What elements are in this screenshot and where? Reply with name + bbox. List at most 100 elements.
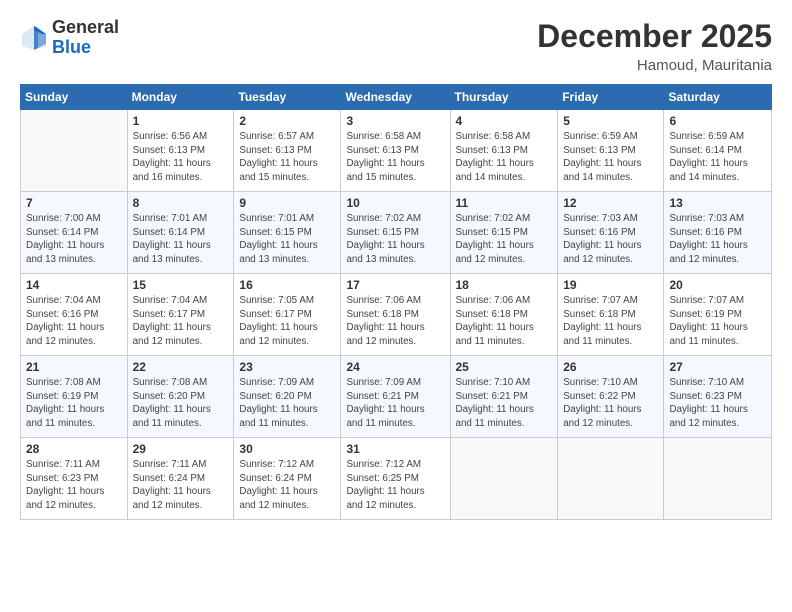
day-info: Sunrise: 6:59 AM Sunset: 6:13 PM Dayligh… bbox=[563, 130, 658, 185]
week-row: 7 Sunrise: 7:00 AM Sunset: 6:14 PM Daylig… bbox=[21, 192, 772, 274]
calendar-cell: 12 Sunrise: 7:03 AM Sunset: 6:16 PM Dayli… bbox=[558, 192, 664, 274]
calendar-cell bbox=[21, 110, 128, 192]
day-info: Sunrise: 6:58 AM Sunset: 6:13 PM Dayligh… bbox=[346, 130, 444, 185]
calendar-cell: 21 Sunrise: 7:08 AM Sunset: 6:19 PM Dayli… bbox=[21, 356, 128, 438]
calendar-cell: 27Sunrise: 7:10 AM Sunset: 6:23 PM Dayli… bbox=[664, 356, 772, 438]
day-number: 25 bbox=[456, 360, 553, 374]
calendar-cell bbox=[664, 438, 772, 520]
calendar-cell: 18Sunrise: 7:06 AM Sunset: 6:18 PM Dayli… bbox=[450, 274, 558, 356]
day-info: Sunrise: 7:11 AM Sunset: 6:23 PM Dayligh… bbox=[26, 458, 122, 513]
day-number: 28 bbox=[26, 442, 122, 456]
calendar-cell: 31 Sunrise: 7:12 AM Sunset: 6:25 PM Dayli… bbox=[341, 438, 450, 520]
calendar-cell bbox=[558, 438, 664, 520]
calendar-cell: 26Sunrise: 7:10 AM Sunset: 6:22 PM Dayli… bbox=[558, 356, 664, 438]
day-number: 21 bbox=[26, 360, 122, 374]
calendar-cell: 17 Sunrise: 7:06 AM Sunset: 6:18 PM Dayli… bbox=[341, 274, 450, 356]
weekday-header: Saturday bbox=[664, 85, 772, 110]
logo-icon bbox=[20, 24, 48, 52]
calendar-cell: 4 Sunrise: 6:58 AM Sunset: 6:13 PM Daylig… bbox=[450, 110, 558, 192]
calendar-cell: 28 Sunrise: 7:11 AM Sunset: 6:23 PM Dayli… bbox=[21, 438, 128, 520]
day-number: 7 bbox=[26, 196, 122, 210]
day-info: Sunrise: 7:08 AM Sunset: 6:20 PM Dayligh… bbox=[133, 376, 229, 431]
week-row: 1Sunrise: 6:56 AM Sunset: 6:13 PM Daylig… bbox=[21, 110, 772, 192]
day-number: 16 bbox=[239, 278, 335, 292]
week-row: 28 Sunrise: 7:11 AM Sunset: 6:23 PM Dayli… bbox=[21, 438, 772, 520]
day-number: 12 bbox=[563, 196, 658, 210]
day-number: 14 bbox=[26, 278, 122, 292]
day-info: Sunrise: 7:12 AM Sunset: 6:24 PM Dayligh… bbox=[239, 458, 335, 513]
calendar-cell bbox=[450, 438, 558, 520]
day-info: Sunrise: 7:03 AM Sunset: 6:16 PM Dayligh… bbox=[669, 212, 766, 267]
calendar-cell: 1Sunrise: 6:56 AM Sunset: 6:13 PM Daylig… bbox=[127, 110, 234, 192]
weekday-header: Wednesday bbox=[341, 85, 450, 110]
day-number: 18 bbox=[456, 278, 553, 292]
logo-text: General Blue bbox=[52, 18, 119, 58]
day-number: 9 bbox=[239, 196, 335, 210]
logo-general: General bbox=[52, 18, 119, 38]
weekday-header: Sunday bbox=[21, 85, 128, 110]
day-number: 2 bbox=[239, 114, 335, 128]
calendar-cell: 22 Sunrise: 7:08 AM Sunset: 6:20 PM Dayli… bbox=[127, 356, 234, 438]
week-row: 21 Sunrise: 7:08 AM Sunset: 6:19 PM Dayli… bbox=[21, 356, 772, 438]
day-number: 17 bbox=[346, 278, 444, 292]
day-info: Sunrise: 6:58 AM Sunset: 6:13 PM Dayligh… bbox=[456, 130, 553, 185]
day-number: 5 bbox=[563, 114, 658, 128]
calendar-cell: 13 Sunrise: 7:03 AM Sunset: 6:16 PM Dayli… bbox=[664, 192, 772, 274]
calendar-header: SundayMondayTuesdayWednesdayThursdayFrid… bbox=[21, 85, 772, 110]
calendar-body: 1Sunrise: 6:56 AM Sunset: 6:13 PM Daylig… bbox=[21, 110, 772, 520]
day-number: 10 bbox=[346, 196, 444, 210]
day-info: Sunrise: 7:09 AM Sunset: 6:21 PM Dayligh… bbox=[346, 376, 444, 431]
calendar-cell: 9 Sunrise: 7:01 AM Sunset: 6:15 PM Daylig… bbox=[234, 192, 341, 274]
calendar-cell: 19 Sunrise: 7:07 AM Sunset: 6:18 PM Dayli… bbox=[558, 274, 664, 356]
calendar-cell: 16 Sunrise: 7:05 AM Sunset: 6:17 PM Dayli… bbox=[234, 274, 341, 356]
calendar-cell: 29Sunrise: 7:11 AM Sunset: 6:24 PM Dayli… bbox=[127, 438, 234, 520]
day-number: 13 bbox=[669, 196, 766, 210]
calendar-cell: 6 Sunrise: 6:59 AM Sunset: 6:14 PM Daylig… bbox=[664, 110, 772, 192]
day-info: Sunrise: 7:05 AM Sunset: 6:17 PM Dayligh… bbox=[239, 294, 335, 349]
calendar-cell: 15 Sunrise: 7:04 AM Sunset: 6:17 PM Dayli… bbox=[127, 274, 234, 356]
day-info: Sunrise: 7:00 AM Sunset: 6:14 PM Dayligh… bbox=[26, 212, 122, 267]
day-number: 20 bbox=[669, 278, 766, 292]
day-info: Sunrise: 7:12 AM Sunset: 6:25 PM Dayligh… bbox=[346, 458, 444, 513]
day-number: 19 bbox=[563, 278, 658, 292]
title-block: December 2025 Hamoud, Mauritania bbox=[537, 18, 772, 74]
calendar-cell: 30Sunrise: 7:12 AM Sunset: 6:24 PM Dayli… bbox=[234, 438, 341, 520]
day-info: Sunrise: 7:10 AM Sunset: 6:23 PM Dayligh… bbox=[669, 376, 766, 431]
day-info: Sunrise: 7:10 AM Sunset: 6:21 PM Dayligh… bbox=[456, 376, 553, 431]
calendar-cell: 7 Sunrise: 7:00 AM Sunset: 6:14 PM Daylig… bbox=[21, 192, 128, 274]
location: Hamoud, Mauritania bbox=[537, 57, 772, 74]
day-info: Sunrise: 7:08 AM Sunset: 6:19 PM Dayligh… bbox=[26, 376, 122, 431]
day-info: Sunrise: 7:01 AM Sunset: 6:14 PM Dayligh… bbox=[133, 212, 229, 267]
day-info: Sunrise: 7:06 AM Sunset: 6:18 PM Dayligh… bbox=[346, 294, 444, 349]
day-number: 8 bbox=[133, 196, 229, 210]
logo: General Blue bbox=[20, 18, 119, 58]
header: General Blue December 2025 Hamoud, Mauri… bbox=[20, 18, 772, 74]
page: General Blue December 2025 Hamoud, Mauri… bbox=[0, 0, 792, 612]
day-info: Sunrise: 6:57 AM Sunset: 6:13 PM Dayligh… bbox=[239, 130, 335, 185]
day-info: Sunrise: 7:09 AM Sunset: 6:20 PM Dayligh… bbox=[239, 376, 335, 431]
month-title: December 2025 bbox=[537, 18, 772, 55]
logo-blue: Blue bbox=[52, 38, 119, 58]
day-number: 29 bbox=[133, 442, 229, 456]
day-number: 15 bbox=[133, 278, 229, 292]
day-info: Sunrise: 6:56 AM Sunset: 6:13 PM Dayligh… bbox=[133, 130, 229, 185]
day-info: Sunrise: 7:07 AM Sunset: 6:19 PM Dayligh… bbox=[669, 294, 766, 349]
day-number: 31 bbox=[346, 442, 444, 456]
day-number: 4 bbox=[456, 114, 553, 128]
day-info: Sunrise: 7:01 AM Sunset: 6:15 PM Dayligh… bbox=[239, 212, 335, 267]
calendar-cell: 14Sunrise: 7:04 AM Sunset: 6:16 PM Dayli… bbox=[21, 274, 128, 356]
calendar-cell: 3 Sunrise: 6:58 AM Sunset: 6:13 PM Daylig… bbox=[341, 110, 450, 192]
day-info: Sunrise: 6:59 AM Sunset: 6:14 PM Dayligh… bbox=[669, 130, 766, 185]
week-row: 14Sunrise: 7:04 AM Sunset: 6:16 PM Dayli… bbox=[21, 274, 772, 356]
calendar-cell: 24 Sunrise: 7:09 AM Sunset: 6:21 PM Dayli… bbox=[341, 356, 450, 438]
day-info: Sunrise: 7:07 AM Sunset: 6:18 PM Dayligh… bbox=[563, 294, 658, 349]
day-number: 6 bbox=[669, 114, 766, 128]
calendar-cell: 10Sunrise: 7:02 AM Sunset: 6:15 PM Dayli… bbox=[341, 192, 450, 274]
day-number: 23 bbox=[239, 360, 335, 374]
day-info: Sunrise: 7:04 AM Sunset: 6:17 PM Dayligh… bbox=[133, 294, 229, 349]
day-number: 22 bbox=[133, 360, 229, 374]
calendar-cell: 5 Sunrise: 6:59 AM Sunset: 6:13 PM Daylig… bbox=[558, 110, 664, 192]
day-info: Sunrise: 7:03 AM Sunset: 6:16 PM Dayligh… bbox=[563, 212, 658, 267]
day-number: 24 bbox=[346, 360, 444, 374]
day-number: 3 bbox=[346, 114, 444, 128]
